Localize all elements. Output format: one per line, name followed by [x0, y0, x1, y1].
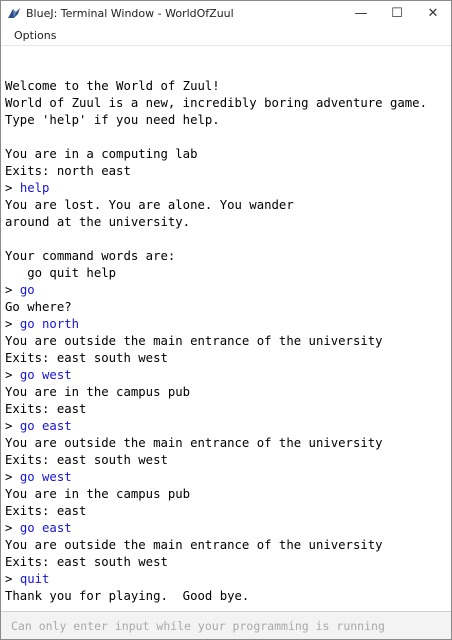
bluej-bird-icon	[8, 8, 20, 18]
terminal-output-line: go quit help	[5, 266, 117, 280]
terminal-output-line: You are outside the main entrance of the…	[5, 538, 383, 552]
command-text: go west	[19, 368, 72, 382]
terminal-output-line: Thank you for playing. Good bye.	[5, 589, 250, 603]
terminal-output-line: Exits: east south west	[5, 555, 168, 569]
terminal-command-line: > go west	[5, 469, 451, 486]
terminal-output-line: Welcome to the World of Zuul!	[5, 79, 220, 93]
prompt-symbol: >	[5, 572, 20, 586]
command-text: go west	[19, 470, 72, 484]
menu-bar: Options	[1, 25, 451, 46]
terminal-output-line: around at the university.	[5, 215, 191, 229]
terminal-command-line: > go east	[5, 418, 451, 435]
prompt-symbol: >	[5, 368, 20, 382]
terminal-output-line: Exits: east	[5, 504, 87, 518]
command-text: go east	[19, 521, 72, 535]
title-bar[interactable]: BlueJ: Terminal Window - WorldOfZuul — ☐…	[1, 1, 451, 25]
terminal-command-line: > go north	[5, 316, 451, 333]
terminal-command-line: > go west	[5, 367, 451, 384]
input-bar	[1, 611, 451, 639]
terminal-input-field[interactable]	[1, 612, 451, 639]
terminal-output-line: World of Zuul is a new, incredibly borin…	[5, 96, 427, 110]
terminal-output-line: You are lost. You are alone. You wander	[5, 198, 294, 212]
window-title: BlueJ: Terminal Window - WorldOfZuul	[26, 6, 234, 20]
terminal-command-line: > go east	[5, 520, 451, 537]
terminal-output-line: You are in the campus pub	[5, 385, 191, 399]
prompt-symbol: >	[5, 283, 20, 297]
close-button[interactable]: ✕	[415, 1, 451, 25]
prompt-symbol: >	[5, 419, 20, 433]
command-text: go	[19, 283, 35, 297]
terminal-command-line: > help	[5, 180, 451, 197]
terminal-window: BlueJ: Terminal Window - WorldOfZuul — ☐…	[0, 0, 452, 640]
terminal-output-line: Exits: east	[5, 402, 87, 416]
terminal-output-line: You are outside the main entrance of the…	[5, 334, 383, 348]
command-text: go east	[19, 419, 72, 433]
prompt-symbol: >	[5, 521, 20, 535]
window-controls: — ☐ ✕	[343, 1, 451, 25]
terminal-output-line: Your command words are:	[5, 249, 176, 263]
terminal-output-line: You are in a computing lab	[5, 147, 198, 161]
terminal-command-line: > go	[5, 282, 451, 299]
prompt-symbol: >	[5, 181, 20, 195]
terminal-output-line: Exits: north east	[5, 164, 131, 178]
menu-options[interactable]: Options	[1, 29, 69, 42]
terminal-command-line: > quit	[5, 571, 451, 588]
terminal-output-line: Go where?	[5, 300, 72, 314]
terminal-output-line: Exits: east south west	[5, 453, 168, 467]
terminal-output-line: You are in the campus pub	[5, 487, 191, 501]
terminal-output[interactable]: Welcome to the World of Zuul! World of Zu…	[1, 61, 451, 611]
maximize-button[interactable]: ☐	[379, 1, 415, 25]
command-text: help	[19, 181, 50, 195]
command-text: quit	[19, 572, 50, 586]
prompt-symbol: >	[5, 317, 20, 331]
prompt-symbol: >	[5, 470, 20, 484]
minimize-button[interactable]: —	[343, 1, 379, 25]
command-text: go north	[19, 317, 80, 331]
terminal-output-line: Exits: east south west	[5, 351, 168, 365]
terminal-output-line: Type 'help' if you need help.	[5, 113, 220, 127]
terminal-output-line: You are outside the main entrance of the…	[5, 436, 383, 450]
